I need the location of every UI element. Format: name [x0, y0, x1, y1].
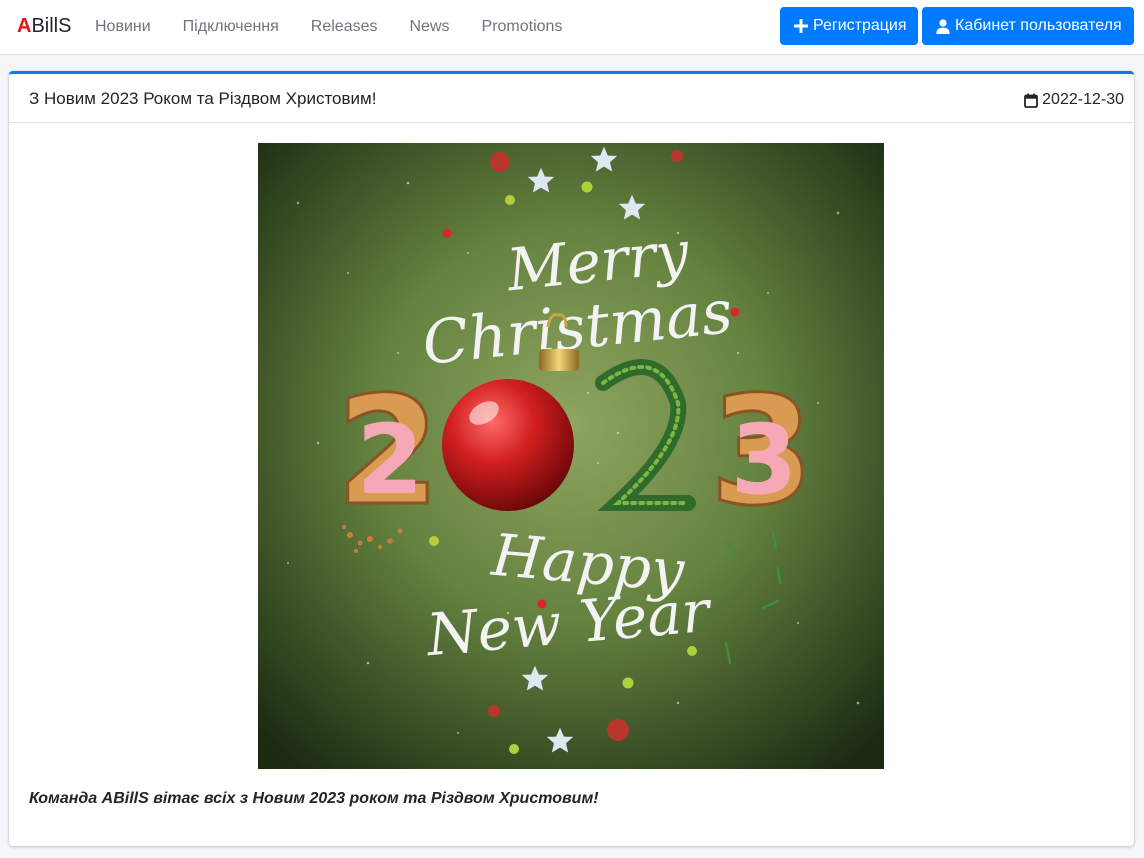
news-title: З Новим 2023 Роком та Різдвом Христовим!: [29, 89, 377, 108]
news-card: З Новим 2023 Роком та Різдвом Христовим!…: [9, 71, 1134, 846]
news-text: Команда ABillS вітає всіх з Новим 2023 р…: [29, 790, 599, 807]
user-cabinet-button[interactable]: Кабинет пользователя: [922, 7, 1134, 45]
calendar-icon: [1024, 93, 1039, 108]
news-image-christmas-card: Merry Christmas 2 2 2 3 3 0 Hap: [258, 143, 884, 769]
svg-text:3: 3: [731, 404, 798, 516]
nav-links: Новини Підключення Releases News Promoti…: [79, 0, 578, 54]
nav-link-novyny[interactable]: Новини: [79, 0, 167, 54]
user-cabinet-button-label: Кабинет пользователя: [955, 17, 1122, 34]
year-digit-2-left: 2 2: [334, 364, 441, 541]
top-navbar: ABillS Новини Підключення Releases News …: [0, 0, 1144, 55]
nav-link-releases[interactable]: Releases: [295, 0, 394, 54]
brand-logo-text: BillS: [31, 15, 72, 37]
brand-logo[interactable]: ABillS: [17, 14, 71, 38]
svg-text:2: 2: [357, 404, 424, 516]
news-date-text: 2022-12-30: [1042, 91, 1124, 108]
nav-link-news[interactable]: News: [394, 0, 466, 54]
brand-logo-accent: A: [17, 15, 32, 37]
plus-icon: [794, 19, 808, 33]
year-digit-3-right: 3 3: [708, 364, 815, 541]
nav-link-pidkliuchennia[interactable]: Підключення: [167, 0, 295, 54]
user-icon: [936, 18, 950, 34]
news-date: 2022-12-30: [1024, 90, 1124, 110]
register-button[interactable]: Регистрация: [780, 7, 918, 45]
nav-link-promotions[interactable]: Promotions: [466, 0, 579, 54]
register-button-label: Регистрация: [813, 17, 907, 34]
news-card-header: З Новим 2023 Роком та Різдвом Христовим!…: [9, 74, 1134, 123]
